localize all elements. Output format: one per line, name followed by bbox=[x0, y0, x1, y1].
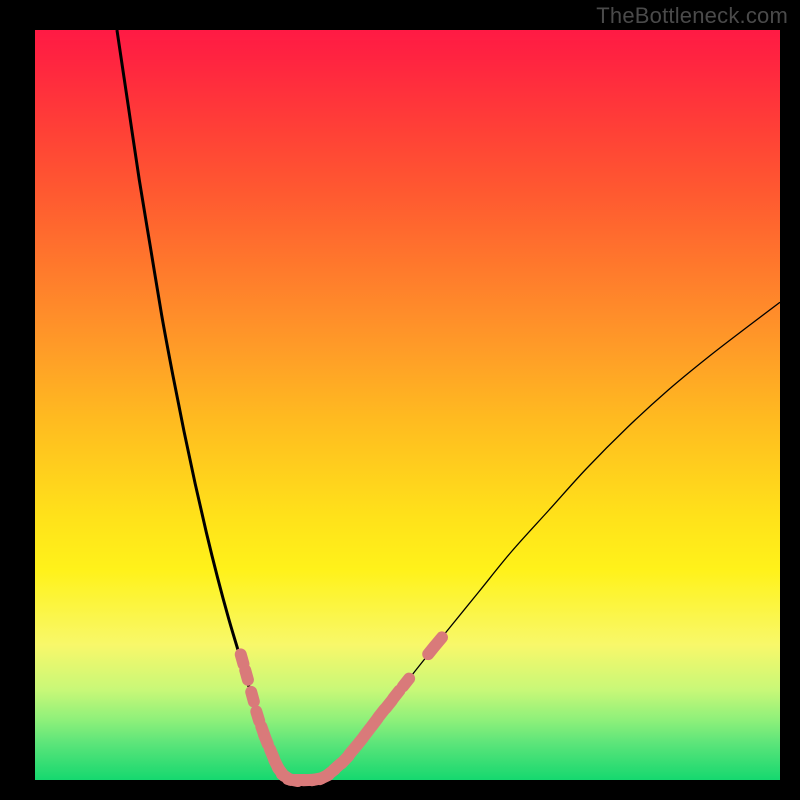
marker-point bbox=[244, 685, 261, 709]
watermark-text: TheBottleneck.com bbox=[596, 3, 788, 29]
curve-left-branch bbox=[117, 30, 284, 777]
curve-group bbox=[117, 30, 780, 780]
marker-group bbox=[233, 629, 450, 788]
chart-svg bbox=[0, 0, 800, 800]
chart-stage: TheBottleneck.com bbox=[0, 0, 800, 800]
